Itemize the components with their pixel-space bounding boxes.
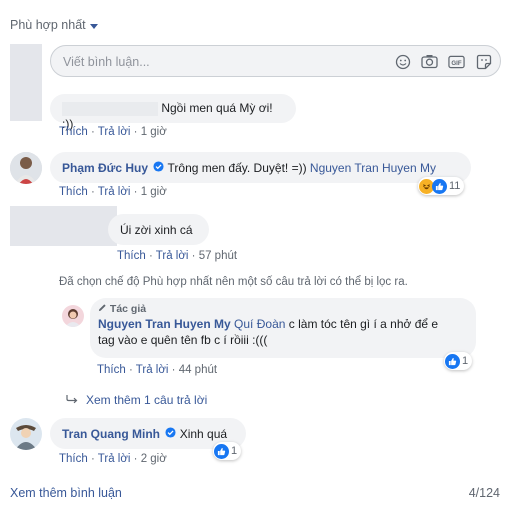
view-more-comments[interactable]: Xem thêm bình luận xyxy=(10,486,122,500)
comment-input[interactable]: Viết bình luận... GIF xyxy=(50,45,501,77)
gif-icon[interactable]: GIF xyxy=(448,53,465,70)
reply-button[interactable]: Trả lời xyxy=(98,453,131,465)
view-more-replies-label: Xem thêm 1 câu trả lời xyxy=(86,393,208,407)
avatar xyxy=(10,206,117,246)
comment-count: 4/124 xyxy=(468,486,500,500)
like-button[interactable]: Thích xyxy=(59,186,88,198)
like-button[interactable]: Thích xyxy=(59,126,88,138)
reply-text-line2: tag vào e quên tên fb c í rồiii :((( xyxy=(98,333,268,347)
sort-dropdown[interactable]: Phù hợp nhất xyxy=(10,18,98,32)
reply-button[interactable]: Trả lời xyxy=(98,186,131,198)
reaction-summary[interactable]: 1 xyxy=(444,352,473,370)
like-button[interactable]: Thích xyxy=(59,453,88,465)
timestamp[interactable]: 57 phút xyxy=(199,250,237,262)
comment-actions: Thích · Trả lời · 1 giờ xyxy=(59,186,167,198)
tagged-user[interactable]: Quí Đoàn xyxy=(234,317,285,331)
timestamp[interactable]: 2 giờ xyxy=(141,453,167,465)
reaction-count: 11 xyxy=(449,180,461,192)
camera-icon[interactable] xyxy=(421,53,438,70)
avatar xyxy=(10,44,42,121)
redacted-name xyxy=(62,101,158,116)
like-button[interactable]: Thích xyxy=(117,250,146,262)
verified-icon xyxy=(165,427,176,441)
comment-actions: Thích · Trả lời · 57 phút xyxy=(117,250,238,262)
timestamp[interactable]: 1 giờ xyxy=(141,126,167,138)
sort-label: Phù hợp nhất xyxy=(10,18,86,32)
like-icon xyxy=(214,443,229,459)
filter-notice: Đã chọn chế độ Phù hợp nhất nên một số c… xyxy=(59,276,408,288)
comment-text: Úi zời xinh cá xyxy=(120,223,193,237)
comment-text: Xinh quá xyxy=(179,427,228,441)
chevron-down-icon xyxy=(89,23,98,29)
like-icon xyxy=(432,178,447,194)
reaction-summary[interactable]: 11 xyxy=(418,177,465,195)
comment-bubble: Ngồi men quá Mỳ ơi! :)) xyxy=(50,94,296,131)
reply-arrow-icon xyxy=(66,393,78,407)
reply-button[interactable]: Trả lời xyxy=(136,364,169,376)
view-more-replies[interactable]: Xem thêm 1 câu trả lời xyxy=(66,393,207,407)
sticker-icon[interactable] xyxy=(475,53,492,70)
reply-actions: Thích · Trả lời · 44 phút xyxy=(97,364,218,376)
comment-bubble: Úi zời xinh cá xyxy=(108,214,209,245)
comment-placeholder: Viết bình luận... xyxy=(63,55,150,69)
comment-actions: Thích · Trả lời · 1 giờ xyxy=(59,126,167,138)
commenter-name[interactable]: Phạm Đức Huy xyxy=(62,161,148,175)
like-button[interactable]: Thích xyxy=(97,364,126,376)
comment-text: Trông men đấy. Duyệt! =)) xyxy=(167,161,307,175)
timestamp[interactable]: 1 giờ xyxy=(141,186,167,198)
reaction-count: 1 xyxy=(462,355,469,367)
avatar[interactable] xyxy=(10,152,42,184)
reply-bubble: Tác giả Nguyen Tran Huyen My Quí Đoàn c … xyxy=(90,298,476,358)
reply-button[interactable]: Trả lời xyxy=(156,250,189,262)
avatar[interactable] xyxy=(10,418,42,450)
reaction-summary[interactable]: 1 xyxy=(213,442,242,460)
like-icon xyxy=(445,353,460,369)
comment-actions: Thích · Trả lời · 2 giờ xyxy=(59,453,167,465)
comment-bubble: Phạm Đức Huy Trông men đấy. Duyệt! =)) N… xyxy=(50,152,471,183)
timestamp[interactable]: 44 phút xyxy=(179,364,217,376)
reaction-count: 1 xyxy=(231,445,238,457)
verified-icon xyxy=(153,161,164,175)
avatar[interactable] xyxy=(62,305,84,327)
reply-author-name[interactable]: Nguyen Tran Huyen My xyxy=(98,317,231,331)
emoji-icon[interactable] xyxy=(394,53,411,70)
tagged-user[interactable]: Nguyen Tran Huyen My xyxy=(310,161,436,175)
reply-text-line1: c làm tóc tên gì í a nhở để e xyxy=(288,317,439,331)
commenter-name[interactable]: Tran Quang Minh xyxy=(62,427,160,441)
svg-text:GIF: GIF xyxy=(451,59,461,66)
author-badge: Tác giả xyxy=(98,303,468,316)
pen-icon xyxy=(98,303,107,315)
reply-button[interactable]: Trả lời xyxy=(98,126,131,138)
